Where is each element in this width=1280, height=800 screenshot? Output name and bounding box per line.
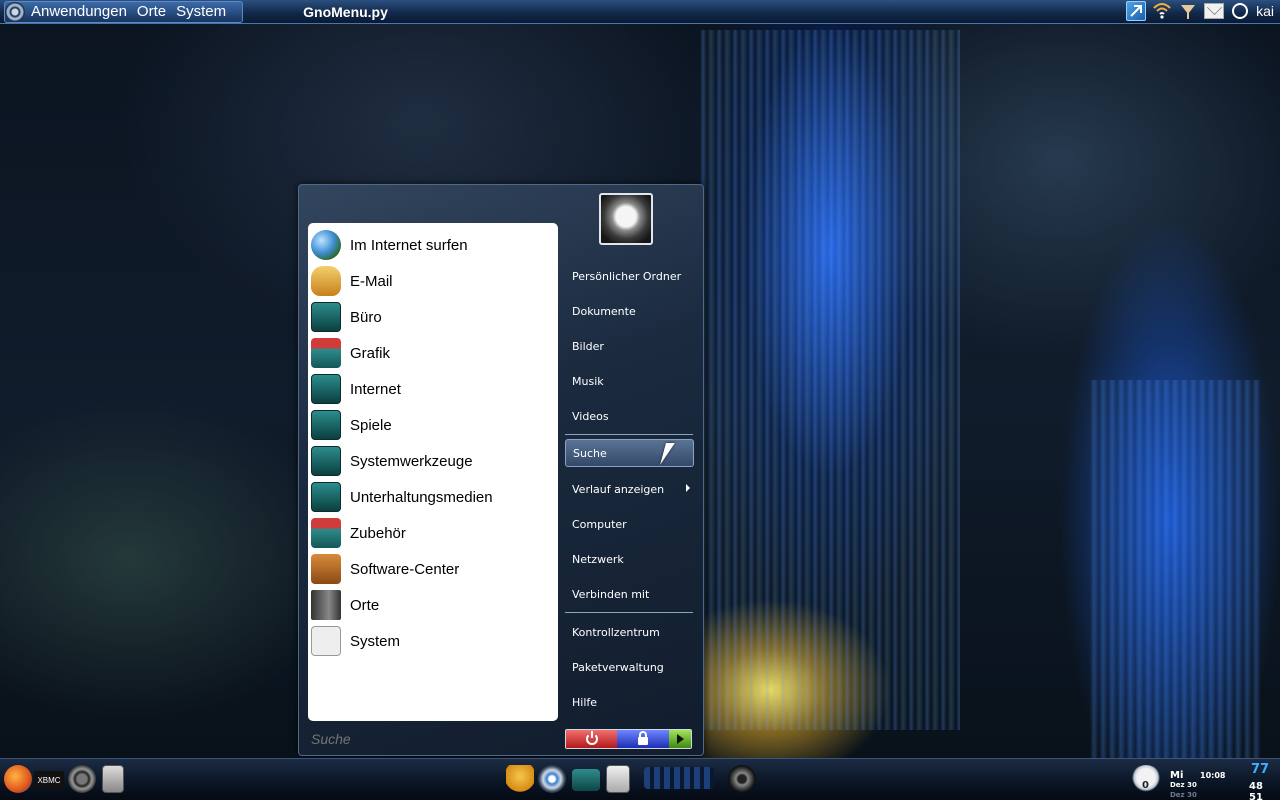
folder-multimedia-icon — [311, 482, 341, 512]
top-panel: Anwendungen Orte System GnoMenu.py kai — [0, 0, 1280, 24]
separator — [565, 434, 693, 435]
play-arrow-icon — [676, 734, 684, 744]
app-label: Unterhaltungsmedien — [350, 488, 493, 506]
weather-temp: 0 — [1142, 780, 1149, 791]
app-item-multimedia[interactable]: Unterhaltungsmedien — [308, 479, 558, 515]
app-item-software-center[interactable]: Software-Center — [308, 551, 558, 587]
place-home-folder[interactable]: Persönlicher Ordner — [565, 262, 694, 290]
place-connect-to[interactable]: Verbinden mit — [565, 580, 694, 608]
download-icon[interactable] — [1178, 1, 1198, 21]
app-label: Spiele — [350, 416, 392, 434]
folder-system-tools-icon — [311, 446, 341, 476]
system-tray: kai — [1126, 1, 1274, 21]
session-menu-button[interactable] — [669, 730, 691, 748]
place-videos[interactable]: Videos — [565, 402, 694, 430]
folder-games-icon — [311, 410, 341, 440]
lock-icon — [638, 731, 649, 745]
user-name[interactable]: kai — [1256, 3, 1274, 19]
app-item-accessories[interactable]: Zubehör — [308, 515, 558, 551]
app-label: Zubehör — [350, 524, 406, 542]
clock-readout[interactable]: 48 51 — [1249, 781, 1280, 800]
app-item-graphics[interactable]: Grafik — [308, 335, 558, 371]
place-network[interactable]: Netzwerk — [565, 545, 694, 573]
folder-accessories-icon — [311, 518, 341, 548]
app-item-games[interactable]: Spiele — [308, 407, 558, 443]
power-icon — [585, 731, 598, 745]
software-center-icon — [311, 554, 341, 584]
wallpaper-waterfall-right — [1090, 380, 1260, 760]
menu-orte[interactable]: Orte — [137, 3, 166, 20]
lock-button[interactable] — [617, 730, 670, 748]
app-item-places[interactable]: Orte — [308, 587, 558, 623]
globe-icon — [311, 230, 341, 260]
menu-system[interactable]: System — [176, 3, 226, 20]
wallpaper-waterfall — [700, 30, 960, 730]
media-player-icon[interactable] — [644, 767, 714, 789]
place-computer[interactable]: Computer — [565, 510, 694, 538]
submenu-arrow-icon — [686, 484, 690, 492]
places-icon — [311, 590, 341, 620]
app-item-office[interactable]: Büro — [308, 299, 558, 335]
file-cabinet-icon[interactable] — [102, 765, 124, 793]
app-label: Software-Center — [350, 560, 460, 578]
app-label: Internet — [350, 380, 401, 398]
power-icon[interactable] — [1230, 1, 1250, 21]
app-label: System — [350, 632, 401, 650]
app-item-system[interactable]: System — [308, 623, 558, 659]
place-package-manager[interactable]: Paketverwaltung — [565, 653, 694, 681]
menu-anwendungen[interactable]: Anwendungen — [31, 3, 127, 20]
applications-list: Im Internet surfen E-Mail Büro Grafik In… — [308, 223, 558, 721]
search-input[interactable] — [311, 731, 551, 747]
mail-icon[interactable] — [1204, 1, 1225, 21]
camera-icon[interactable] — [68, 765, 96, 793]
xbmc-icon[interactable]: XBMC — [34, 771, 64, 789]
app-item-internet[interactable]: Internet — [308, 371, 558, 407]
gnomenu-window: Im Internet surfen E-Mail Büro Grafik In… — [298, 184, 704, 756]
user-avatar[interactable] — [599, 193, 653, 245]
mail-icon — [311, 266, 341, 296]
place-control-center[interactable]: Kontrollzentrum — [565, 618, 694, 646]
place-documents[interactable]: Dokumente — [565, 297, 694, 325]
weather-date-secondary: Dez 30 — [1170, 791, 1197, 799]
app-item-system-tools[interactable]: Systemwerkzeuge — [308, 443, 558, 479]
firefox-icon[interactable] — [4, 765, 32, 793]
session-buttons — [565, 729, 692, 749]
app-label: Orte — [350, 596, 380, 614]
folder-graphics-icon — [311, 338, 341, 368]
gimp-icon[interactable] — [506, 765, 534, 793]
bottom-panel: XBMC 0 Mi Dez 30 Dez 30 10:08 77 48 51 — [0, 758, 1280, 800]
place-recent-history[interactable]: Verlauf anzeigen — [565, 475, 694, 503]
weather-day: Mi — [1170, 770, 1184, 781]
app-item-email[interactable]: E-Mail — [308, 263, 558, 299]
window-title[interactable]: GnoMenu.py — [303, 4, 388, 20]
place-pictures[interactable]: Bilder — [565, 332, 694, 360]
folder-internet-icon — [311, 374, 341, 404]
place-help[interactable]: Hilfe — [565, 688, 694, 716]
app-item-internet-browser[interactable]: Im Internet surfen — [308, 227, 558, 263]
shutdown-button[interactable] — [566, 730, 618, 748]
weather-date: Dez 30 — [1170, 781, 1197, 789]
place-music[interactable]: Musik — [565, 367, 694, 395]
folder-office-icon — [311, 302, 341, 332]
speaker-icon[interactable] — [728, 765, 756, 793]
ubuntu-logo-icon[interactable] — [5, 1, 25, 22]
app-label: Grafik — [350, 344, 391, 362]
chromium-icon[interactable] — [538, 765, 566, 793]
system-icon — [311, 626, 341, 656]
removable-drive-icon[interactable] — [606, 765, 630, 793]
network-icon[interactable] — [1126, 1, 1147, 21]
weather-time: 10:08 — [1200, 771, 1226, 780]
app-label: Systemwerkzeuge — [350, 452, 473, 470]
place-label: Verlauf anzeigen — [572, 482, 665, 496]
app-label: Büro — [350, 308, 382, 326]
terminal-icon[interactable] — [572, 769, 600, 791]
clock-top: 77 — [1251, 762, 1270, 777]
separator — [565, 612, 693, 613]
app-label: E-Mail — [350, 272, 393, 290]
wifi-icon[interactable] — [1152, 1, 1172, 21]
app-label: Im Internet surfen — [350, 236, 468, 254]
app-menu-bar: Anwendungen Orte System — [4, 0, 244, 23]
